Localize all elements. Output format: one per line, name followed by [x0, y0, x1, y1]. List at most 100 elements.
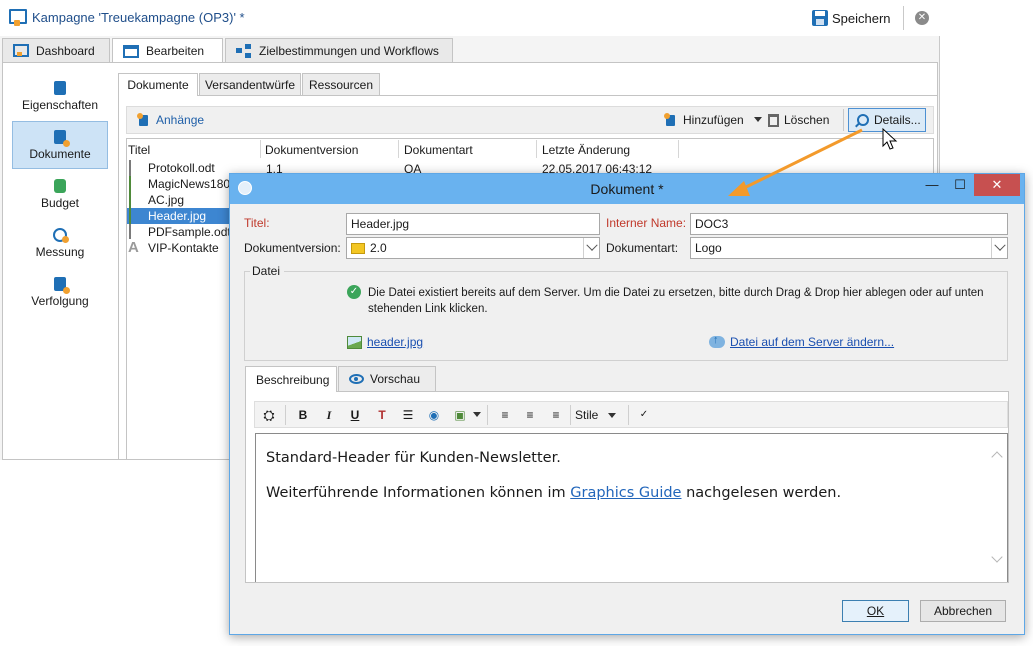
cell-title: Header.jpg — [148, 209, 207, 223]
tab-zielbestimmungen[interactable]: Zielbestimmungen und Workflows — [225, 38, 453, 62]
dokumentart-select[interactable]: Logo — [690, 237, 1008, 259]
editor-paragraph: Weiterführende Informationen können im G… — [266, 485, 841, 501]
graphics-guide-link[interactable]: Graphics Guide — [570, 485, 681, 501]
style-dropdown[interactable]: Stile — [575, 405, 617, 425]
dialog-title: Dokument * — [590, 181, 664, 197]
table-row[interactable]: A VIP-Kontakte — [127, 239, 230, 256]
sidebar-item-label: Messung — [35, 244, 85, 259]
underline-icon[interactable]: U — [345, 405, 365, 425]
sidebar-item-eigenschaften[interactable]: Eigenschaften — [12, 72, 108, 120]
interner-name-input[interactable] — [690, 213, 1008, 235]
dokumentversion-select[interactable]: 2.0 — [346, 237, 600, 259]
details-label: Details... — [874, 113, 921, 127]
table-row[interactable]: AC.jpg — [127, 192, 230, 208]
insert-image-icon[interactable]: ▣ — [450, 405, 470, 425]
documents-icon — [54, 129, 70, 147]
toolbar-separator — [570, 405, 571, 425]
column-divider[interactable] — [398, 140, 399, 158]
tab-dokumente[interactable]: Dokumente — [118, 73, 198, 96]
image-file-icon — [129, 192, 131, 208]
titel-input[interactable] — [346, 213, 600, 235]
editor-paragraph: Standard-Header für Kunden-Newsletter. — [266, 450, 561, 466]
cancel-button[interactable]: Abbrechen — [920, 600, 1006, 622]
tab-beschreibung[interactable]: Beschreibung — [245, 366, 337, 392]
add-dropdown-arrow-icon[interactable] — [754, 117, 762, 122]
details-button[interactable]: Details... — [848, 108, 926, 132]
text-color-icon[interactable]: T — [372, 405, 392, 425]
column-divider[interactable] — [536, 140, 537, 158]
editor-text-fragment: nachgelesen werden. — [681, 485, 842, 501]
tab-bearbeiten[interactable]: Bearbeiten — [112, 38, 223, 63]
toolbar-separator — [628, 405, 629, 425]
ok-button[interactable]: OK — [842, 600, 909, 622]
column-header-dokumentart[interactable]: Dokumentart — [404, 143, 473, 157]
file-link-label: header.jpg — [367, 335, 424, 349]
column-divider[interactable] — [678, 140, 679, 158]
tab-beschreibung-label: Beschreibung — [256, 372, 330, 387]
trash-icon — [768, 113, 779, 127]
spellcheck-icon[interactable]: ✓ — [634, 405, 654, 425]
editor-scrollbar[interactable] — [990, 449, 1006, 569]
maximize-icon[interactable]: ☐ — [946, 174, 974, 196]
column-header-dokumentversion[interactable]: Dokumentversion — [265, 143, 358, 157]
tab-ressourcen[interactable]: Ressourcen — [302, 73, 380, 95]
table-row[interactable]: PDFsample.odt — [127, 224, 231, 240]
check-circle-icon: ✓ — [347, 285, 361, 299]
image-file-icon — [129, 176, 131, 192]
editor-toolbar — [254, 401, 1008, 428]
toolbar-separator — [285, 405, 286, 425]
bold-icon[interactable]: B — [293, 405, 313, 425]
tab-dashboard[interactable]: Dashboard — [2, 38, 110, 62]
document-file-icon — [129, 224, 131, 240]
save-button[interactable]: Speichern — [812, 7, 891, 29]
minimize-icon[interactable]: — — [918, 174, 946, 196]
align-right-icon[interactable]: ≡ — [546, 405, 566, 425]
scroll-up-icon[interactable] — [991, 451, 1003, 463]
sidebar-item-label: Dokumente — [29, 146, 91, 161]
image-file-icon — [129, 208, 131, 224]
save-label: Speichern — [832, 10, 891, 26]
sidebar-item-label: Verfolgung — [31, 293, 89, 308]
style-dropdown-label: Stile — [575, 408, 599, 422]
bullet-list-icon[interactable]: ☰ — [398, 405, 418, 425]
image-dropdown-arrow-icon[interactable] — [473, 412, 481, 417]
scroll-down-icon[interactable] — [991, 551, 1003, 563]
datei-groupbox-edge — [244, 271, 250, 272]
datei-info-text: Die Datei existiert bereits auf dem Serv… — [368, 287, 984, 315]
magnifier-icon — [857, 114, 869, 126]
delete-button[interactable]: Löschen — [768, 111, 829, 129]
monitor-icon — [13, 44, 29, 57]
attachments-label: Anhänge — [156, 113, 205, 127]
editor-text-fragment: Weiterführende Informationen können im — [266, 485, 571, 501]
file-link[interactable]: header.jpg — [347, 335, 423, 349]
datei-label: Datei — [252, 264, 281, 278]
close-circle-icon[interactable]: ✕ — [915, 11, 929, 25]
italic-icon[interactable]: I — [319, 405, 339, 425]
add-button[interactable]: Hinzufügen — [664, 111, 744, 129]
column-header-letzte-aenderung[interactable]: Letzte Änderung — [542, 143, 630, 157]
tab-versandentwuerfe[interactable]: Versandentwürfe — [199, 73, 301, 95]
table-row-selected[interactable]: Header.jpg — [127, 208, 230, 224]
binoculars-icon[interactable]: ⛭ — [259, 405, 279, 425]
cell-title: PDFsample.odt — [148, 225, 231, 239]
campaign-icon — [9, 9, 27, 26]
floppy-disk-icon — [812, 10, 828, 26]
window-icon — [123, 44, 139, 58]
align-center-icon[interactable]: ≡ — [520, 405, 540, 425]
sidebar-item-dokumente[interactable]: Dokumente — [12, 121, 108, 169]
add-document-icon — [664, 113, 678, 127]
add-label: Hinzufügen — [683, 113, 744, 127]
attachments-button[interactable]: Anhänge — [137, 111, 204, 129]
align-left-icon[interactable]: ≡ — [495, 405, 515, 425]
sidebar-item-verfolgung[interactable]: Verfolgung — [12, 268, 108, 316]
link-globe-icon[interactable]: ◉ — [424, 405, 444, 425]
table-row[interactable]: MagicNews180 — [127, 176, 230, 192]
sidebar-item-budget[interactable]: Budget — [12, 170, 108, 218]
sidebar-item-messung[interactable]: Messung — [12, 219, 108, 267]
column-header-titel[interactable]: Titel — [128, 143, 150, 157]
cancel-label: Abbrechen — [933, 604, 993, 618]
change-file-link[interactable]: Datei auf dem Server ändern... — [709, 334, 894, 349]
column-divider[interactable] — [260, 140, 261, 158]
close-icon[interactable]: ✕ — [974, 174, 1020, 196]
tab-vorschau[interactable]: Vorschau — [338, 366, 436, 391]
